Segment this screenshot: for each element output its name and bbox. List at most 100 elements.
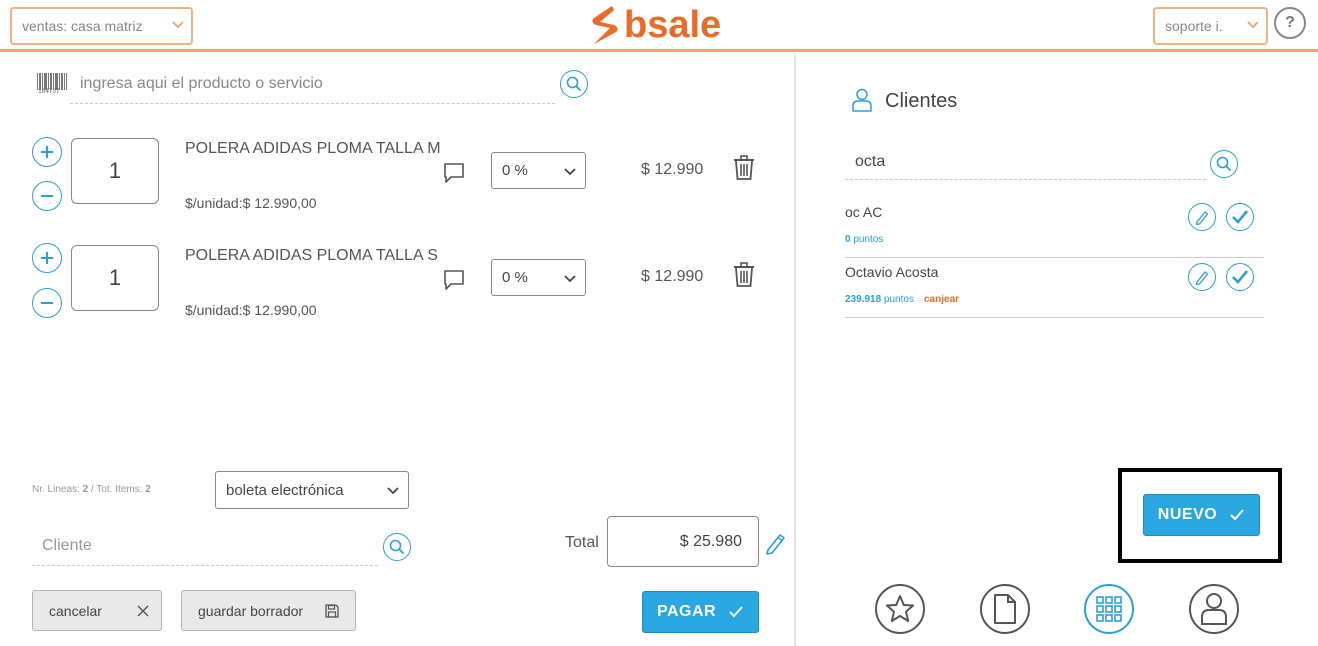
clients-panel-title: Clientes	[885, 90, 958, 112]
comment-icon	[444, 163, 464, 183]
product-search-button[interactable]	[560, 70, 588, 98]
quantity-value: 1	[108, 265, 122, 290]
new-client-button[interactable]: NUEVO	[1143, 494, 1260, 536]
client-search-button[interactable]	[383, 533, 411, 561]
edit-client-button[interactable]	[1188, 203, 1216, 231]
pencil-icon	[766, 534, 785, 555]
floppy-disk-icon	[325, 604, 339, 618]
points-value: 239.918	[845, 294, 882, 305]
product-search-placeholder: ingresa aqui el producto o servicio	[80, 75, 323, 92]
product-search-input[interactable]: ingresa aqui el producto o servicio	[70, 70, 555, 104]
discount-value: 0 %	[502, 162, 528, 179]
points-label: puntos	[853, 234, 884, 245]
chevron-down-icon	[1247, 21, 1259, 29]
client-row-divider	[845, 317, 1264, 318]
help-button[interactable]: ?	[1274, 7, 1306, 39]
branch-select[interactable]: ventas: casa matriz	[10, 7, 193, 45]
check-icon	[1232, 270, 1249, 284]
quantity-input[interactable]: 1	[71, 245, 159, 311]
product-name: POLERA ADIDAS PLOMA TALLA M	[185, 140, 441, 157]
discount-select[interactable]: 0 %	[491, 152, 586, 189]
client-row-divider	[845, 257, 1264, 258]
edit-client-button[interactable]	[1188, 263, 1216, 291]
discount-select[interactable]: 0 %	[491, 259, 586, 296]
pay-label: PAGAR	[656, 603, 717, 620]
chevron-down-icon	[564, 167, 576, 175]
total-value: $ 25.980	[679, 532, 742, 550]
summary-items-label: / Tot. Items:	[88, 484, 146, 495]
minus-icon	[41, 195, 53, 197]
delete-item-button[interactable]	[733, 262, 755, 288]
chevron-down-icon	[387, 487, 399, 495]
save-draft-button[interactable]: guardar borrador	[181, 590, 356, 631]
select-client-button[interactable]	[1226, 263, 1254, 291]
check-icon	[1232, 210, 1249, 224]
edit-total-button[interactable]	[764, 531, 786, 555]
check-icon	[1230, 509, 1244, 521]
star-icon	[886, 595, 914, 622]
delete-item-button[interactable]	[733, 155, 755, 181]
client-name[interactable]: oc AC	[845, 204, 882, 220]
minus-icon	[41, 302, 53, 304]
trash-icon	[734, 262, 754, 287]
redeem-link[interactable]: canjear	[924, 294, 959, 305]
user-select[interactable]: soporte i.	[1153, 7, 1268, 45]
increase-qty-button[interactable]	[32, 137, 62, 167]
search-icon	[1216, 156, 1232, 172]
close-icon	[137, 605, 149, 617]
pay-button[interactable]: PAGAR	[642, 591, 759, 633]
cart-summary: Nr. Lineas: 2 / Tot. Items: 2	[32, 484, 151, 495]
clients-panel-icon	[851, 88, 873, 112]
document-type-value: boleta electrónica	[226, 481, 344, 499]
search-icon	[566, 76, 582, 92]
client-input[interactable]: Cliente	[32, 530, 378, 566]
points-label: puntos	[883, 294, 914, 305]
document-type-select[interactable]: boleta electrónica	[215, 471, 409, 509]
client-placeholder: Cliente	[42, 537, 92, 554]
barcode-icon: 164737	[36, 72, 68, 96]
client-points: 0 puntos	[845, 234, 883, 245]
nav-clients-button[interactable]	[1189, 584, 1239, 634]
save-draft-label: guardar borrador	[198, 602, 304, 619]
line-price: $ 12.990	[641, 268, 704, 285]
unit-price: $/unidad:$ 12.990,00	[185, 195, 317, 211]
nav-documents-button[interactable]	[980, 584, 1030, 634]
client-points: 239.918 puntos	[845, 294, 914, 305]
comment-icon	[444, 270, 464, 290]
client-search-input[interactable]: octa	[845, 146, 1206, 180]
plus-icon	[41, 146, 53, 158]
bsale-logo-icon	[592, 6, 618, 44]
help-label: ?	[1285, 14, 1295, 31]
barcode-number: 164737	[38, 88, 60, 95]
quantity-value: 1	[108, 158, 122, 183]
client-name[interactable]: Octavio Acosta	[845, 264, 938, 280]
summary-lines-label: Nr. Lineas:	[32, 484, 83, 495]
decrease-qty-button[interactable]	[32, 288, 62, 318]
quantity-input[interactable]: 1	[71, 138, 159, 204]
comment-button[interactable]	[443, 162, 465, 184]
increase-qty-button[interactable]	[32, 243, 62, 273]
nav-products-button[interactable]	[1084, 584, 1134, 634]
branch-select-value: ventas: casa matriz	[22, 18, 143, 34]
panel-divider	[794, 55, 796, 646]
decrease-qty-button[interactable]	[32, 181, 62, 211]
comment-button[interactable]	[443, 269, 465, 291]
chevron-down-icon	[564, 274, 576, 282]
plus-icon	[41, 252, 53, 264]
discount-value: 0 %	[502, 269, 528, 286]
new-client-label: NUEVO	[1157, 506, 1218, 523]
cancel-button[interactable]: cancelar	[32, 590, 162, 631]
select-client-button[interactable]	[1226, 203, 1254, 231]
bsale-logo: bsale	[588, 4, 721, 46]
chevron-down-icon	[172, 21, 184, 29]
line-price: $ 12.990	[641, 161, 704, 178]
logo-text: bsale	[624, 3, 722, 46]
total-label: Total	[565, 534, 599, 551]
search-icon	[389, 539, 405, 555]
user-select-value: soporte i.	[1165, 18, 1223, 34]
nav-favorites-button[interactable]	[875, 584, 925, 634]
product-name: POLERA ADIDAS PLOMA TALLA S	[185, 247, 438, 264]
grid-icon	[1096, 596, 1122, 622]
cancel-label: cancelar	[49, 602, 102, 619]
client-search-submit-button[interactable]	[1210, 150, 1238, 178]
